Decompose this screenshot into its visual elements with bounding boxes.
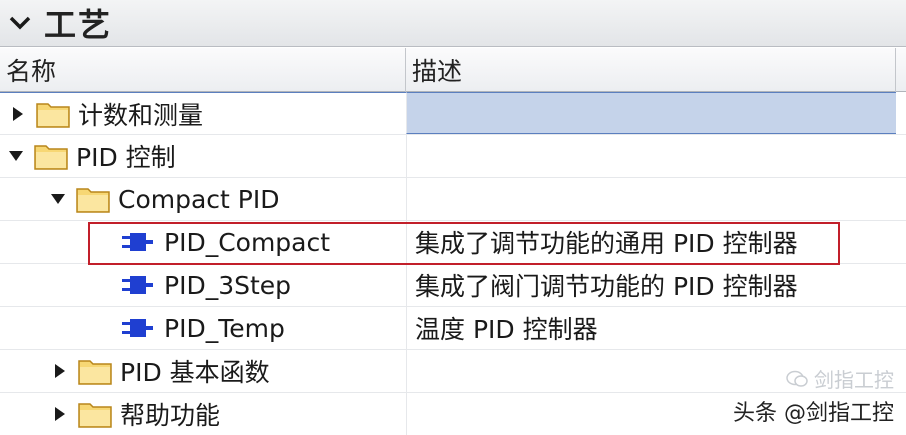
watermark-faint-text: 剑指工控: [814, 368, 894, 392]
collapse-arrow-icon[interactable]: [6, 146, 26, 166]
function-block-icon: [122, 276, 153, 294]
folder-icon: [76, 188, 110, 213]
expand-arrow-icon[interactable]: [50, 361, 70, 381]
tree-row-pid-compact[interactable]: PID_Compact 集成了调节功能的通用 PID 控制器: [0, 221, 906, 264]
folder-icon: [34, 145, 68, 170]
folder-icon: [36, 102, 70, 128]
wechat-icon: [786, 370, 808, 387]
tree-row-description: [406, 92, 896, 134]
tree-row-label: Compact PID: [118, 184, 280, 214]
panel-title: 工艺: [44, 6, 113, 44]
expand-arrow-icon[interactable]: [50, 404, 70, 424]
tree-row-pid-control[interactable]: PID 控制: [0, 135, 906, 178]
tree-row-pid-temp[interactable]: PID_Temp 温度 PID 控制器: [0, 307, 906, 350]
folder-icon: [78, 360, 112, 385]
tree-row-description: 温度 PID 控制器: [406, 307, 896, 349]
tree-row-label: PID 基本函数: [120, 358, 270, 387]
tree-row-description: 集成了阀门调节功能的 PID 控制器: [406, 264, 896, 306]
tree-row-compact-pid[interactable]: Compact PID: [0, 178, 906, 221]
expand-arrow-icon[interactable]: [8, 104, 28, 124]
watermark: 剑指工控 头条 @剑指工控: [733, 364, 894, 427]
tree-row-description: [406, 135, 896, 177]
tree-row-counting-measuring[interactable]: 计数和测量: [0, 92, 906, 135]
folder-icon: [78, 403, 112, 428]
tree-row-label: PID_Temp: [164, 313, 285, 343]
tree-row-label: PID 控制: [76, 143, 176, 172]
tree-row-label: 帮助功能: [120, 401, 221, 430]
function-block-icon: [122, 233, 153, 251]
column-header-description[interactable]: 描述: [406, 48, 896, 92]
tree-row-description: 集成了调节功能的通用 PID 控制器: [406, 221, 896, 263]
tree-row-pid-3step[interactable]: PID_3Step 集成了阀门调节功能的 PID 控制器: [0, 264, 906, 307]
collapse-panel-button[interactable]: [0, 0, 40, 47]
tree-row-label: PID_Compact: [164, 227, 331, 257]
function-block-icon: [122, 319, 153, 337]
tree-row-label: 计数和测量: [78, 100, 204, 130]
panel-header: 工艺: [0, 0, 906, 47]
tree-row-label: PID_3Step: [164, 270, 292, 300]
watermark-faint: 剑指工控: [733, 364, 894, 393]
column-header-row: 名称 描述: [0, 48, 906, 92]
collapse-arrow-icon[interactable]: [48, 189, 68, 209]
chevron-down-icon: [9, 16, 31, 30]
watermark-main-text: 头条 @剑指工控: [733, 401, 894, 426]
tree-row-description: [406, 178, 896, 220]
column-header-name[interactable]: 名称: [0, 48, 406, 92]
